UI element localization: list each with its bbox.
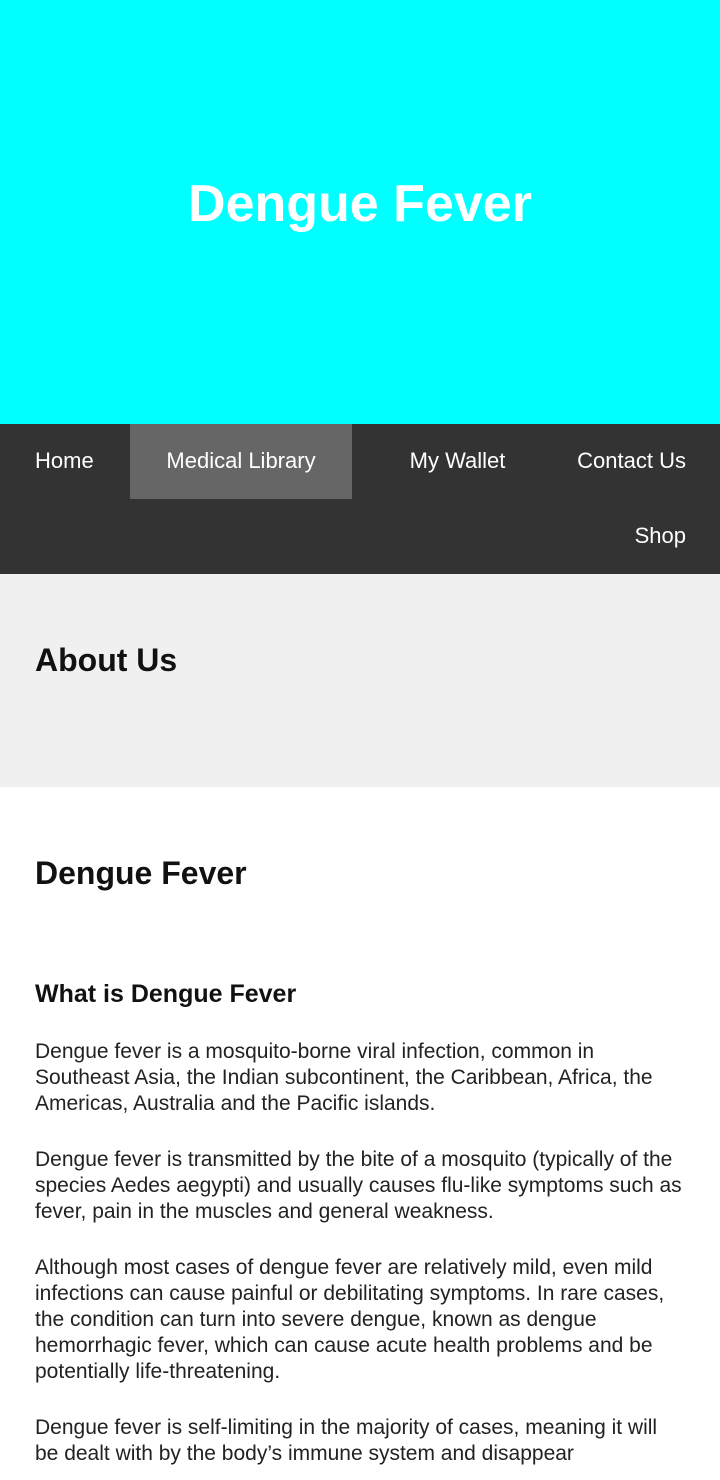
section-heading: What is Dengue Fever — [35, 980, 297, 1008]
article-paragraph: Dengue fever is a mosquito-borne viral i… — [35, 1040, 653, 1115]
article-title: Dengue Fever — [35, 855, 247, 891]
nav-item-shop[interactable]: Shop — [600, 499, 720, 574]
about-section: About Us — [0, 574, 720, 787]
nav-item-home[interactable]: Home — [0, 424, 130, 499]
nav-item-contact-us[interactable]: Contact Us — [560, 424, 720, 499]
nav-item-my-wallet[interactable]: My Wallet — [380, 424, 535, 499]
about-title: About Us — [35, 642, 178, 678]
article-content: Dengue Fever What is Dengue Fever Dengue… — [0, 787, 720, 1467]
nav-item-medical-library[interactable]: Medical Library — [130, 424, 352, 499]
main-nav: Home Medical Library My Wallet Contact U… — [0, 424, 720, 574]
article-paragraph: Dengue fever is self-limiting in the maj… — [35, 1416, 658, 1465]
hero-banner: Dengue Fever — [0, 0, 720, 424]
article-paragraph: Although most cases of dengue fever are … — [35, 1256, 665, 1383]
hero-title: Dengue Fever — [188, 175, 532, 233]
article-paragraph: Dengue fever is transmitted by the bite … — [35, 1148, 682, 1223]
